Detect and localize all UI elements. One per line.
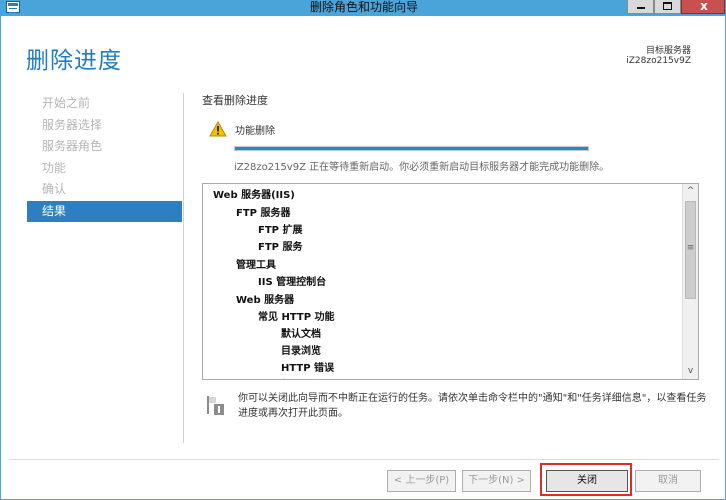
close-icon: x	[700, 0, 708, 13]
result-tree-item: 目录浏览	[281, 346, 321, 357]
info-note-text: 你可以关闭此向导而不中断正在运行的任务。请依次单击命令栏中的"通知"和"任务详细…	[238, 393, 707, 419]
footer-divider	[9, 459, 719, 460]
feature-removal-label: 功能删除	[235, 126, 275, 137]
cancel-button[interactable]: 取消	[635, 470, 701, 492]
result-tree-item: 常见 HTTP 功能	[258, 312, 335, 323]
page-title: 删除进度	[26, 48, 122, 74]
next-button[interactable]: 下一步(N) >	[462, 470, 531, 492]
result-tree-item: Web 服务器(IIS)	[213, 190, 295, 201]
result-tree-item: Web 服务器	[236, 295, 295, 306]
result-tree-item: 默认文档	[281, 329, 321, 340]
progress-fill	[235, 147, 588, 150]
removed-features-tree: Web 服务器(IIS) FTP 服务器 FTP 扩展 FTP 服务管理工具 IIS 管…	[203, 187, 683, 379]
sidebar-item-before-you-begin: 开始之前	[42, 96, 91, 110]
maximize-button[interactable]	[654, 0, 681, 14]
results-scrollbar[interactable]: ^ v	[682, 184, 698, 379]
title-bar: 删除角色和功能向导 x	[1, 0, 726, 16]
sidebar-item-results[interactable]: 结果	[27, 200, 182, 222]
results-list[interactable]: Web 服务器(IIS) FTP 服务器 FTP 扩展 FTP 服务管理工具 IIS 管…	[202, 183, 699, 380]
window-title: 删除角色和功能向导	[309, 0, 418, 14]
result-tree-item: FTP 服务器	[236, 208, 291, 219]
result-tree-item: IIS 管理控制台	[258, 277, 327, 288]
warning-icon	[209, 121, 227, 137]
scroll-up-arrow-icon[interactable]: ^	[683, 184, 698, 199]
restart-status-text: iZ28zo215v9Z 正在等待重新启动。你必须重新启动目标服务器才能完成功能…	[234, 162, 610, 173]
sidebar-item-confirmation: 确认	[42, 182, 67, 196]
target-server-name: iZ28zo215v9Z	[626, 56, 691, 66]
removal-progress-bar	[234, 146, 589, 151]
sidebar-item-server-roles: 服务器角色	[42, 139, 103, 153]
sidebar-item-features: 功能	[42, 160, 67, 175]
wizard-window: 删除角色和功能向导 x 删除进度 目标服务器 iZ28zo215v9Z 开始之前…	[0, 0, 726, 500]
target-server-label: 目标服务器	[645, 46, 691, 56]
result-tree-item: HTTP 错误	[281, 363, 335, 374]
result-tree-item: FTP 服务	[258, 242, 303, 253]
wizard-steps-sidebar: 开始之前 服务器选择 服务器角色 功能 确认 结果	[27, 93, 182, 222]
sidebar-divider	[183, 93, 184, 443]
previous-button[interactable]: < 上一步(P)	[387, 470, 456, 492]
window-close-button[interactable]: x	[681, 0, 725, 14]
section-heading: 查看删除进度	[202, 94, 268, 107]
scroll-down-arrow-icon[interactable]: v	[683, 364, 698, 379]
result-tree-item: FTP 扩展	[258, 225, 303, 236]
info-flag-icon	[207, 396, 224, 415]
scroll-thumb[interactable]	[685, 201, 696, 299]
minimize-button[interactable]	[627, 0, 654, 14]
result-tree-item: 管理工具	[236, 260, 276, 271]
sidebar-item-server-selection: 服务器选择	[42, 117, 103, 132]
close-button[interactable]: 关闭	[546, 470, 628, 492]
result-tree-item: 静态内容	[203, 377, 683, 379]
